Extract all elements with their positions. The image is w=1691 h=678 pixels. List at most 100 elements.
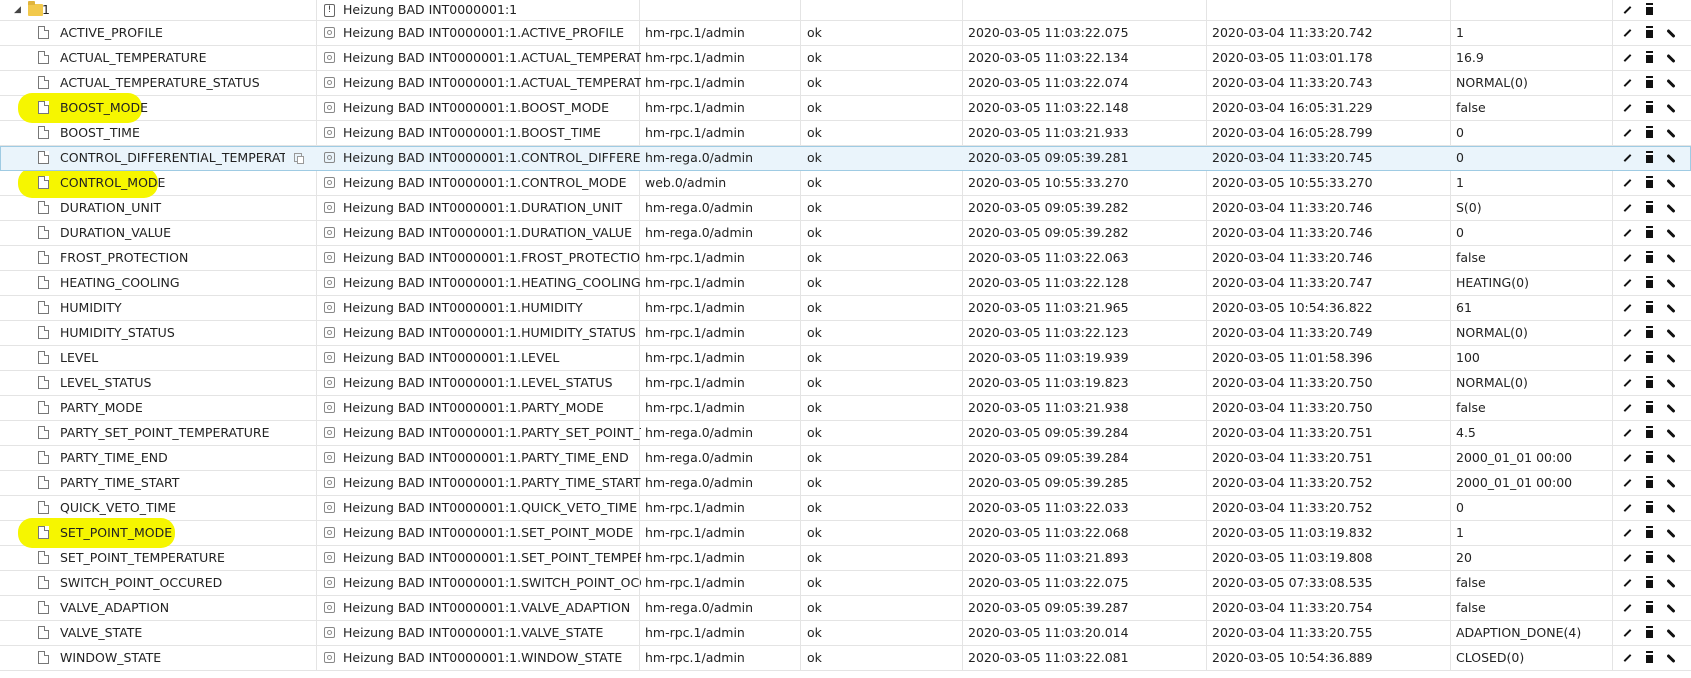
edit-icon[interactable] (1620, 451, 1634, 465)
state-value[interactable]: 20 (1456, 546, 1606, 570)
state-row[interactable]: CONTROL_MODE Heizung BAD INT0000001:1.CON… (0, 168, 1691, 198)
state-row[interactable]: SET_POINT_MODE Heizung BAD INT0000001:1.S… (0, 518, 1691, 548)
edit-icon[interactable] (1620, 3, 1634, 17)
trash-icon[interactable] (1642, 351, 1656, 365)
edit-icon[interactable] (1620, 576, 1634, 590)
trash-icon[interactable] (1642, 76, 1656, 90)
state-row[interactable]: SET_POINT_TEMPERATURE Heizung BAD INT0000… (0, 546, 1691, 571)
state-row[interactable]: FROST_PROTECTION Heizung BAD INT0000001:1… (0, 246, 1691, 271)
edit-icon[interactable] (1620, 551, 1634, 565)
state-id[interactable]: BOOST_MODE (60, 96, 285, 120)
trash-icon[interactable] (1642, 101, 1656, 115)
state-row[interactable]: DURATION_UNIT Heizung BAD INT0000001:1.DU… (0, 196, 1691, 221)
state-row[interactable]: HUMIDITY Heizung BAD INT0000001:1.HUMIDIT… (0, 296, 1691, 321)
state-id[interactable]: ACTIVE_PROFILE (60, 21, 285, 45)
wrench-icon[interactable] (1664, 201, 1678, 215)
wrench-icon[interactable] (1664, 176, 1678, 190)
edit-icon[interactable] (1620, 276, 1634, 290)
trash-icon[interactable] (1642, 326, 1656, 340)
trash-icon[interactable] (1642, 426, 1656, 440)
wrench-icon[interactable] (1664, 476, 1678, 490)
state-id[interactable]: DURATION_VALUE (60, 221, 285, 245)
trash-icon[interactable] (1642, 251, 1656, 265)
trash-icon[interactable] (1642, 651, 1656, 665)
state-id[interactable]: PARTY_TIME_START (60, 471, 285, 495)
state-value[interactable]: false (1456, 396, 1606, 420)
state-id[interactable]: HUMIDITY_STATUS (60, 321, 285, 345)
wrench-icon[interactable] (1664, 276, 1678, 290)
wrench-icon[interactable] (1664, 501, 1678, 515)
state-value[interactable]: false (1456, 596, 1606, 620)
state-row[interactable]: HEATING_COOLING Heizung BAD INT0000001:1.… (0, 271, 1691, 296)
wrench-icon[interactable] (1664, 301, 1678, 315)
state-row[interactable]: VALVE_ADAPTION Heizung BAD INT0000001:1.V… (0, 596, 1691, 621)
state-value[interactable]: false (1456, 96, 1606, 120)
state-id[interactable]: PARTY_TIME_END (60, 446, 285, 470)
state-id[interactable]: VALVE_STATE (60, 621, 285, 645)
state-id[interactable]: PARTY_MODE (60, 396, 285, 420)
trash-icon[interactable] (1642, 3, 1656, 17)
wrench-icon[interactable] (1664, 451, 1678, 465)
state-row[interactable]: ACTIVE_PROFILE Heizung BAD INT0000001:1.A… (0, 21, 1691, 46)
wrench-icon[interactable] (1664, 326, 1678, 340)
edit-icon[interactable] (1620, 326, 1634, 340)
state-row[interactable]: QUICK_VETO_TIME Heizung BAD INT0000001:1.… (0, 496, 1691, 521)
trash-icon[interactable] (1642, 526, 1656, 540)
channel-row[interactable]: ◢ 1 ! Heizung BAD INT0000001:1 (0, 0, 1691, 21)
trash-icon[interactable] (1642, 26, 1656, 40)
wrench-icon[interactable] (1664, 626, 1678, 640)
state-row[interactable]: PARTY_SET_POINT_TEMPERATURE Heizung BAD I… (0, 421, 1691, 446)
wrench-icon[interactable] (1664, 226, 1678, 240)
trash-icon[interactable] (1642, 126, 1656, 140)
wrench-icon[interactable] (1664, 576, 1678, 590)
trash-icon[interactable] (1642, 151, 1656, 165)
state-row[interactable]: SWITCH_POINT_OCCURED Heizung BAD INT00000… (0, 571, 1691, 596)
wrench-icon[interactable] (1664, 101, 1678, 115)
state-row[interactable]: LEVEL Heizung BAD INT0000001:1.LEVEL hm-rp… (0, 346, 1691, 371)
edit-icon[interactable] (1620, 376, 1634, 390)
edit-icon[interactable] (1620, 501, 1634, 515)
state-value[interactable]: HEATING(0) (1456, 271, 1606, 295)
wrench-icon[interactable] (1664, 401, 1678, 415)
state-id[interactable]: ACTUAL_TEMPERATURE_STATUS (60, 71, 285, 95)
edit-icon[interactable] (1620, 526, 1634, 540)
edit-icon[interactable] (1620, 176, 1634, 190)
edit-icon[interactable] (1620, 351, 1634, 365)
state-row[interactable]: PARTY_MODE Heizung BAD INT0000001:1.PARTY… (0, 396, 1691, 421)
state-value[interactable]: 16.9 (1456, 46, 1606, 70)
state-row[interactable]: WINDOW_STATE Heizung BAD INT0000001:1.WIN… (0, 646, 1691, 671)
wrench-icon[interactable] (1664, 426, 1678, 440)
trash-icon[interactable] (1642, 601, 1656, 615)
edit-icon[interactable] (1620, 226, 1634, 240)
edit-icon[interactable] (1620, 651, 1634, 665)
state-id[interactable]: SWITCH_POINT_OCCURED (60, 571, 285, 595)
copy-icon[interactable] (294, 153, 304, 164)
wrench-icon[interactable] (1664, 551, 1678, 565)
state-value[interactable]: false (1456, 246, 1606, 270)
state-value[interactable]: NORMAL(0) (1456, 321, 1606, 345)
edit-icon[interactable] (1620, 76, 1634, 90)
edit-icon[interactable] (1620, 476, 1634, 490)
state-value[interactable]: 2000_01_01 00:00 (1456, 446, 1606, 470)
state-id[interactable]: ACTUAL_TEMPERATURE (60, 46, 285, 70)
state-id[interactable]: HEATING_COOLING (60, 271, 285, 295)
state-value[interactable]: 61 (1456, 296, 1606, 320)
state-id[interactable]: SET_POINT_TEMPERATURE (60, 546, 285, 570)
state-id[interactable]: DURATION_UNIT (60, 196, 285, 220)
edit-icon[interactable] (1620, 401, 1634, 415)
state-row[interactable]: ACTUAL_TEMPERATURE_STATUS Heizung BAD INT… (0, 71, 1691, 96)
state-row[interactable]: BOOST_MODE Heizung BAD INT0000001:1.BOOST… (0, 93, 1691, 123)
wrench-icon[interactable] (1664, 151, 1678, 165)
state-row[interactable]: HUMIDITY_STATUS Heizung BAD INT0000001:1.… (0, 321, 1691, 346)
edit-icon[interactable] (1620, 201, 1634, 215)
state-value[interactable]: NORMAL(0) (1456, 71, 1606, 95)
collapse-caret-icon[interactable]: ◢ (14, 0, 21, 20)
state-row[interactable]: BOOST_TIME Heizung BAD INT0000001:1.BOOST… (0, 121, 1691, 146)
state-id[interactable]: CONTROL_DIFFERENTIAL_TEMPERATUI (60, 146, 285, 170)
edit-icon[interactable] (1620, 601, 1634, 615)
trash-icon[interactable] (1642, 226, 1656, 240)
state-value[interactable]: NORMAL(0) (1456, 371, 1606, 395)
trash-icon[interactable] (1642, 401, 1656, 415)
state-value[interactable]: ADAPTION_DONE(4) (1456, 621, 1606, 645)
edit-icon[interactable] (1620, 626, 1634, 640)
